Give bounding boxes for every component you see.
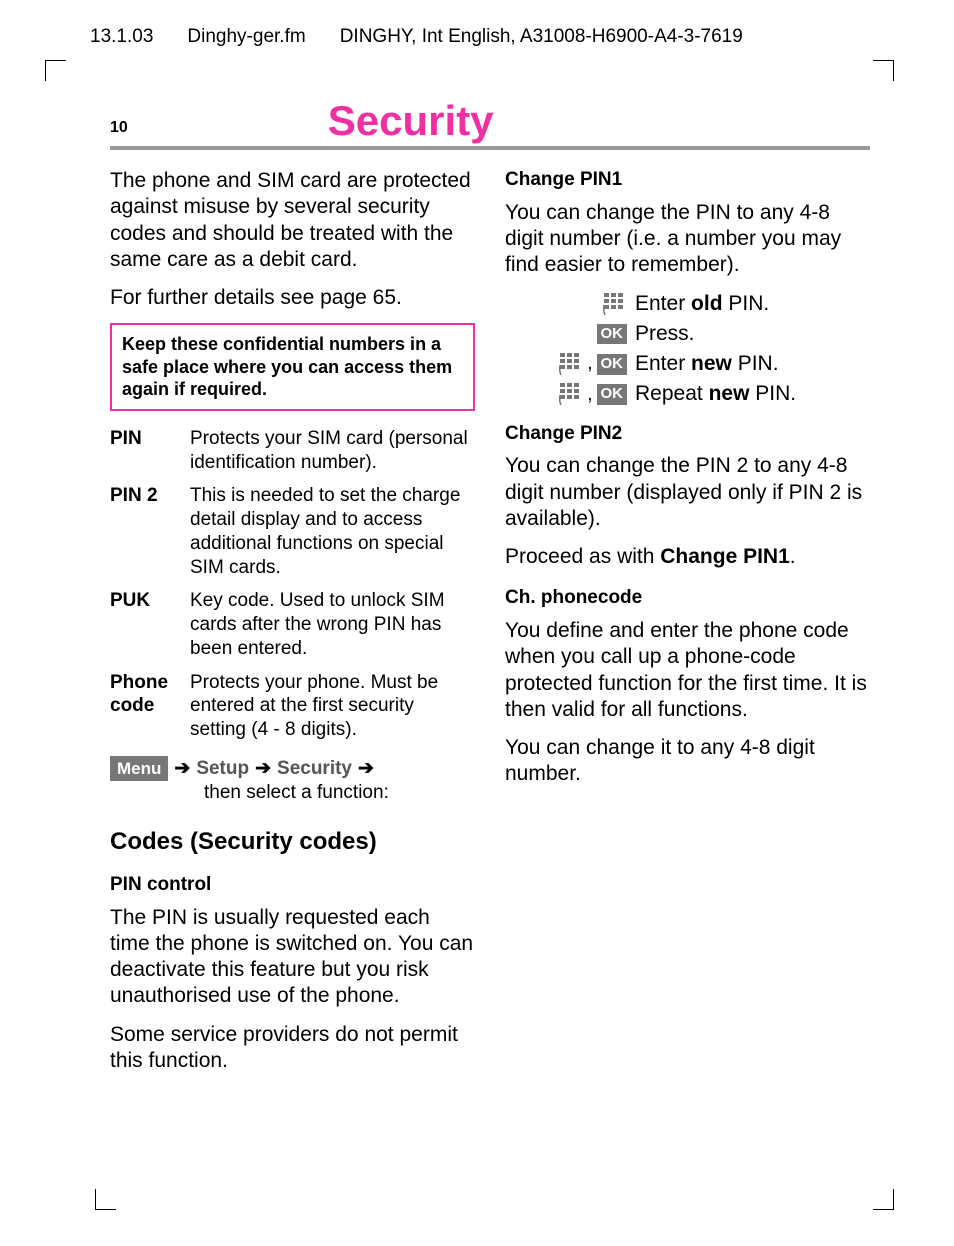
subsection-heading: PIN control — [110, 873, 475, 897]
table-value: Key code. Used to unlock SIM cards after… — [190, 589, 475, 660]
table-key: PIN — [110, 427, 190, 475]
table-value: Protects your phone. Must be entered at … — [190, 671, 475, 742]
table-value: This is needed to set the charge detail … — [190, 484, 475, 579]
body-paragraph: You can change the PIN to any 4-8 digit … — [505, 200, 870, 279]
intro-paragraph-2: For further details see page 65. — [110, 285, 475, 311]
table-key: PUK — [110, 589, 190, 660]
separator: , — [587, 352, 592, 376]
crop-mark-bl — [95, 1189, 116, 1210]
ok-softkey-badge: OK — [597, 354, 628, 375]
table-key: PIN 2 — [110, 484, 190, 579]
arrow-icon: ➔ — [358, 757, 374, 781]
menu-softkey-badge: Menu — [110, 756, 168, 781]
body-paragraph: You define and enter the phone code when… — [505, 618, 870, 723]
page-title: Security — [328, 100, 494, 142]
body-paragraph: You can change the PIN 2 to any 4-8 digi… — [505, 453, 870, 532]
page-number: 10 — [110, 120, 128, 142]
subsection-heading: Change PIN1 — [505, 168, 870, 192]
step-text: Press. — [635, 321, 870, 347]
ok-softkey-badge: OK — [597, 384, 628, 405]
body-paragraph: Proceed as with Change PIN1. — [505, 544, 870, 570]
sheet-docid: DINGHY, Int English, A31008-H6900-A4-3-7… — [340, 25, 743, 49]
table-row: Phone code Protects your phone. Must be … — [110, 671, 475, 742]
keypad-icon — [557, 381, 583, 407]
sheet-date: 13.1.03 — [90, 25, 153, 49]
keypad-icon — [557, 351, 583, 377]
body-paragraph: Some service providers do not permit thi… — [110, 1022, 475, 1075]
body-paragraph: You can change it to any 4-8 digit numbe… — [505, 735, 870, 788]
section-heading: Codes (Security codes) — [110, 827, 475, 857]
sheet-file: Dinghy-ger.fm — [187, 25, 305, 49]
table-row: PIN 2 This is needed to set the charge d… — [110, 484, 475, 579]
arrow-icon: ➔ — [174, 757, 190, 781]
step-row: , OK Repeat new PIN. — [553, 381, 870, 407]
warning-callout: Keep these confidential numbers in a saf… — [110, 323, 475, 411]
codes-table: PIN Protects your SIM card (personal ide… — [110, 427, 475, 742]
table-key: Phone code — [110, 671, 190, 742]
crop-mark-tl — [45, 60, 66, 81]
menu-step: Setup — [196, 757, 249, 781]
subsection-heading: Change PIN2 — [505, 422, 870, 446]
crop-mark-tr — [873, 60, 894, 81]
step-row: Enter old PIN. — [553, 291, 870, 317]
step-text: Enter old PIN. — [635, 291, 870, 317]
step-text: Enter new PIN. — [635, 351, 870, 377]
table-row: PIN Protects your SIM card (personal ide… — [110, 427, 475, 475]
left-column: The phone and SIM card are protected aga… — [110, 168, 475, 1086]
arrow-icon: ➔ — [255, 757, 271, 781]
separator: , — [587, 383, 592, 407]
table-row: PUK Key code. Used to unlock SIM cards a… — [110, 589, 475, 660]
page-body: 10 Security The phone and SIM card are p… — [110, 100, 870, 1086]
crop-mark-br — [873, 1189, 894, 1210]
step-row: , OK Enter new PIN. — [553, 351, 870, 377]
intro-paragraph-1: The phone and SIM card are protected aga… — [110, 168, 475, 273]
ok-softkey-badge: OK — [597, 324, 628, 345]
menu-step: Security — [277, 757, 352, 781]
sheet-header: 13.1.03 Dinghy-ger.fm DINGHY, Int Englis… — [90, 25, 894, 49]
subsection-heading: Ch. phonecode — [505, 586, 870, 610]
menu-path: Menu ➔ Setup ➔ Security ➔ — [110, 756, 475, 781]
menu-tail: then select a function: — [204, 781, 475, 805]
right-column: Change PIN1 You can change the PIN to an… — [505, 168, 870, 1086]
table-value: Protects your SIM card (personal identif… — [190, 427, 475, 475]
body-paragraph: The PIN is usually requested each time t… — [110, 905, 475, 1010]
step-text: Repeat new PIN. — [635, 381, 870, 407]
step-row: OK Press. — [553, 321, 870, 347]
keypad-icon — [601, 291, 627, 317]
title-rule — [110, 146, 870, 150]
